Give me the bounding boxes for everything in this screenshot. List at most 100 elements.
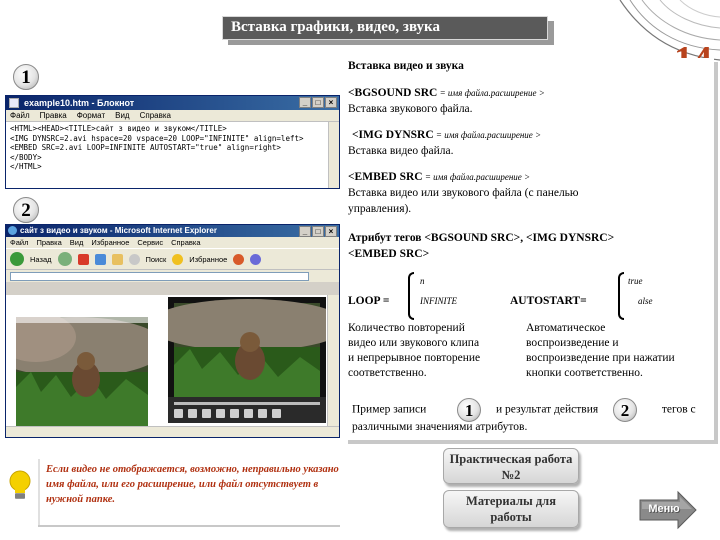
loop-option-n: n — [420, 276, 425, 286]
bgsound-value: = имя файла.расширение > — [437, 88, 545, 98]
auto-desc-line: Автоматическое — [526, 322, 606, 334]
practice-work-button[interactable]: Практическая работа №2 — [443, 448, 579, 484]
menu-favorites[interactable]: Избранное — [91, 237, 129, 248]
lightbulb-icon — [9, 470, 31, 499]
notepad-text-area[interactable]: <HTML><HEAD><TITLE>сайт з видео и звуком… — [6, 122, 339, 188]
inline-marker-one: 1 — [457, 398, 482, 422]
loop-option-infinite: INFINITE — [420, 296, 457, 306]
browser-scrollbar[interactable] — [327, 295, 339, 428]
menu-button[interactable]: Меню — [638, 490, 698, 530]
rewind-icon[interactable] — [216, 409, 225, 418]
loop-label: LOOP = — [348, 295, 390, 307]
back-label[interactable]: Назад — [30, 255, 52, 264]
favorites-label[interactable]: Избранное — [189, 255, 227, 264]
materials-button[interactable]: Материалы для работы — [443, 490, 579, 528]
loop-desc-line: соответственно. — [348, 367, 427, 379]
media-player-controls — [168, 397, 326, 423]
example-text-b: и результат действия — [496, 403, 599, 416]
menu-help[interactable]: Справка — [140, 110, 171, 121]
close-button[interactable]: × — [325, 226, 337, 237]
menu-view[interactable]: Вид — [70, 237, 84, 248]
autostart-brace — [618, 272, 624, 320]
seek-bar[interactable] — [174, 402, 320, 405]
tip-box: Если видео не отображается, возможно, не… — [38, 459, 340, 525]
autostart-option-true: true — [628, 276, 643, 286]
search-label[interactable]: Поиск — [146, 255, 167, 264]
browser-window-buttons: _ □ × — [299, 226, 337, 237]
bgsound-syntax: <BGSOUND SRC = имя файла.расширение > — [348, 86, 545, 101]
back-icon[interactable] — [10, 252, 24, 266]
stop-icon[interactable] — [202, 409, 211, 418]
loop-description: Количество повторений видео или звуковог… — [348, 321, 518, 381]
notepad-title: example10.htm - Блокнот — [24, 98, 135, 108]
notepad-scrollbar[interactable] — [328, 122, 339, 188]
page-title: Вставка графики, видео, звука — [222, 16, 548, 40]
browser-titlebar: сайт з видео и звуком - Microsoft Intern… — [6, 225, 339, 237]
loop-desc-line: Количество повторений — [348, 322, 465, 334]
img-syntax: <IMG DYNSRC = имя файла.расширение > — [352, 128, 541, 143]
fast-forward-icon[interactable] — [230, 409, 239, 418]
bgsound-tag: <BGSOUND SRC — [348, 87, 438, 99]
attributes-line-2: <EMBED SRC> — [348, 248, 430, 260]
mail-icon[interactable] — [250, 253, 262, 265]
autostart-description: Автоматическое воспроизведение и воспрои… — [526, 321, 712, 381]
menu-file[interactable]: Файл — [10, 237, 28, 248]
auto-desc-line: кнопки соответственно. — [526, 367, 643, 379]
next-icon[interactable] — [258, 409, 267, 418]
browser-toolbar: Назад Поиск Избранное — [6, 248, 339, 270]
notepad-icon — [9, 98, 19, 108]
menu-edit[interactable]: Правка — [36, 237, 61, 248]
close-button[interactable]: × — [325, 97, 337, 108]
marker-one: 1 — [13, 64, 39, 90]
video-embed — [168, 297, 326, 397]
previous-icon[interactable] — [244, 409, 253, 418]
minimize-button[interactable]: _ — [299, 97, 311, 108]
menu-tools[interactable]: Сервис — [137, 237, 163, 248]
address-input[interactable] — [10, 271, 309, 281]
loop-desc-line: и непрерывное повторение — [348, 352, 481, 364]
example-text-c: тегов с — [661, 403, 696, 416]
menu-help[interactable]: Справка — [171, 237, 200, 248]
embed-syntax: <EMBED SRC = имя файла.расширение > — [348, 170, 530, 185]
example-text-d: различными значениями атрибутов. — [352, 421, 528, 433]
history-icon[interactable] — [233, 253, 245, 265]
video-img-dynsrc — [16, 317, 148, 427]
embed-value: = имя файла.расширение > — [422, 172, 531, 182]
volume-icon[interactable] — [272, 409, 281, 418]
pause-icon[interactable] — [188, 409, 197, 418]
play-icon[interactable] — [174, 409, 183, 418]
embed-tag: <EMBED SRC — [348, 171, 423, 183]
notepad-window-buttons: _ □ × — [299, 97, 337, 108]
menu-edit[interactable]: Правка — [40, 110, 67, 121]
browser-menubar: Файл Правка Вид Избранное Сервис Справка — [6, 237, 339, 248]
search-icon[interactable] — [128, 253, 140, 265]
bgsound-description: Вставка звукового файла. — [348, 103, 473, 115]
ie-icon — [8, 226, 17, 235]
maximize-button[interactable]: □ — [312, 226, 324, 237]
home-icon[interactable] — [111, 253, 123, 265]
browser-window: сайт з видео и звуком - Microsoft Intern… — [5, 224, 340, 438]
browser-content — [6, 295, 328, 428]
forward-icon[interactable] — [57, 252, 72, 266]
auto-desc-line: воспроизведение и — [526, 337, 619, 349]
menu-file[interactable]: Файл — [10, 110, 30, 121]
player-buttons — [174, 409, 281, 418]
notepad-titlebar: example10.htm - Блокнот _ □ × — [6, 96, 339, 110]
marker-two: 2 — [13, 197, 39, 223]
stop-icon[interactable] — [77, 253, 89, 265]
notepad-window: example10.htm - Блокнот _ □ × Файл Правк… — [5, 95, 340, 189]
refresh-icon[interactable] — [94, 253, 106, 265]
embed-description-2: управления). — [348, 203, 412, 215]
favorites-star-icon[interactable] — [172, 253, 184, 265]
menu-format[interactable]: Формат — [77, 110, 105, 121]
menu-view[interactable]: Вид — [115, 110, 129, 121]
example-text-a: Пример записи — [352, 403, 427, 416]
img-tag: <IMG DYNSRC — [352, 129, 434, 141]
img-description: Вставка видео файла. — [348, 145, 454, 157]
maximize-button[interactable]: □ — [312, 97, 324, 108]
loop-brace — [408, 272, 414, 320]
attributes-line-1: Атрибут тегов <BGSOUND SRC>, <IMG DYNSRC… — [348, 232, 615, 244]
code-line: <EMBED SRC=2.avi LOOP=INFINITE AUTOSTART… — [10, 143, 281, 152]
code-line: </BODY> — [10, 152, 42, 162]
minimize-button[interactable]: _ — [299, 226, 311, 237]
